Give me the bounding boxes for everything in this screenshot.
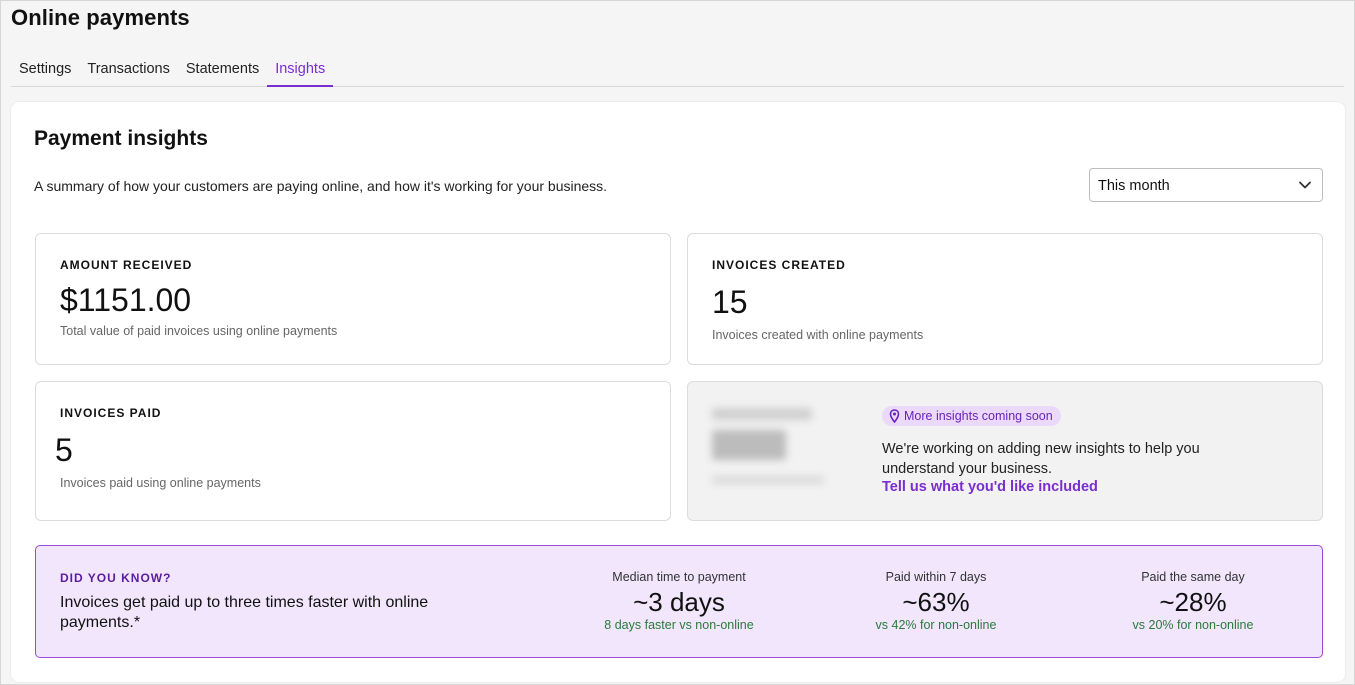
coming-soon-text: We're working on adding new insights to …: [882, 441, 1200, 477]
tab-settings[interactable]: Settings: [11, 57, 79, 87]
did-you-know-text: Invoices get paid up to three times fast…: [60, 594, 429, 631]
stat-label: Paid the same day: [1141, 570, 1245, 584]
feedback-link[interactable]: Tell us what you'd like included: [882, 479, 1098, 495]
map-pin-icon: [889, 409, 900, 423]
blurred-placeholder-description: [712, 476, 824, 484]
metric-label: INVOICES CREATED: [712, 258, 846, 272]
metric-description: Invoices created with online payments: [712, 328, 924, 342]
chevron-down-icon: [1299, 181, 1311, 189]
coming-soon-card: More insights coming soon We're working …: [687, 381, 1323, 521]
blurred-placeholder-value: [712, 430, 786, 460]
metric-description: Total value of paid invoices using onlin…: [60, 324, 338, 338]
stat-value: ~63%: [902, 587, 970, 617]
metric-label: AMOUNT RECEIVED: [60, 258, 193, 272]
stat-note: vs 42% for non-online: [875, 618, 997, 632]
stat-note: vs 20% for non-online: [1132, 618, 1254, 632]
stat-label: Median time to payment: [612, 570, 746, 584]
tab-insights[interactable]: Insights: [267, 57, 334, 87]
coming-soon-badge-text: More insights coming soon: [904, 409, 1053, 423]
insights-subtitle: A summary of how your customers are payi…: [34, 178, 608, 194]
invoices-created-card: INVOICES CREATED 15 Invoices created wit…: [687, 233, 1323, 365]
metric-value: 5: [55, 432, 73, 468]
metric-value: $1151.00: [60, 282, 192, 318]
metric-label: INVOICES PAID: [60, 406, 162, 420]
tab-transactions[interactable]: Transactions: [79, 57, 177, 87]
period-select-value: This month: [1098, 178, 1170, 194]
period-select[interactable]: This month: [1089, 168, 1323, 202]
coming-soon-badge: More insights coming soon: [882, 406, 1061, 426]
metric-value: 15: [712, 284, 748, 320]
stat-median-time: Median time to payment ~3 days 8 days fa…: [579, 570, 779, 632]
stat-note: 8 days faster vs non-online: [604, 618, 754, 632]
blurred-placeholder-label: [712, 408, 812, 420]
stat-label: Paid within 7 days: [885, 570, 987, 584]
stat-value: ~28%: [1159, 587, 1227, 617]
page-title: Online payments: [11, 5, 190, 30]
stat-paid-within-7-days: Paid within 7 days ~63% vs 42% for non-o…: [836, 570, 1036, 632]
stat-paid-same-day: Paid the same day ~28% vs 20% for non-on…: [1093, 570, 1293, 632]
amount-received-card: AMOUNT RECEIVED $1151.00 Total value of …: [35, 233, 671, 365]
did-you-know-banner: DID YOU KNOW? Invoices get paid up to th…: [35, 545, 1323, 658]
did-you-know-label: DID YOU KNOW?: [60, 571, 172, 585]
tab-bar: Settings Transactions Statements Insight…: [11, 57, 1344, 87]
stat-value: ~3 days: [633, 587, 725, 617]
metric-description: Invoices paid using online payments: [60, 476, 261, 490]
insights-title: Payment insights: [34, 127, 208, 150]
tab-statements[interactable]: Statements: [178, 57, 267, 87]
invoices-paid-card: INVOICES PAID 5 Invoices paid using onli…: [35, 381, 671, 521]
insights-card: Payment insights A summary of how your c…: [11, 102, 1345, 682]
